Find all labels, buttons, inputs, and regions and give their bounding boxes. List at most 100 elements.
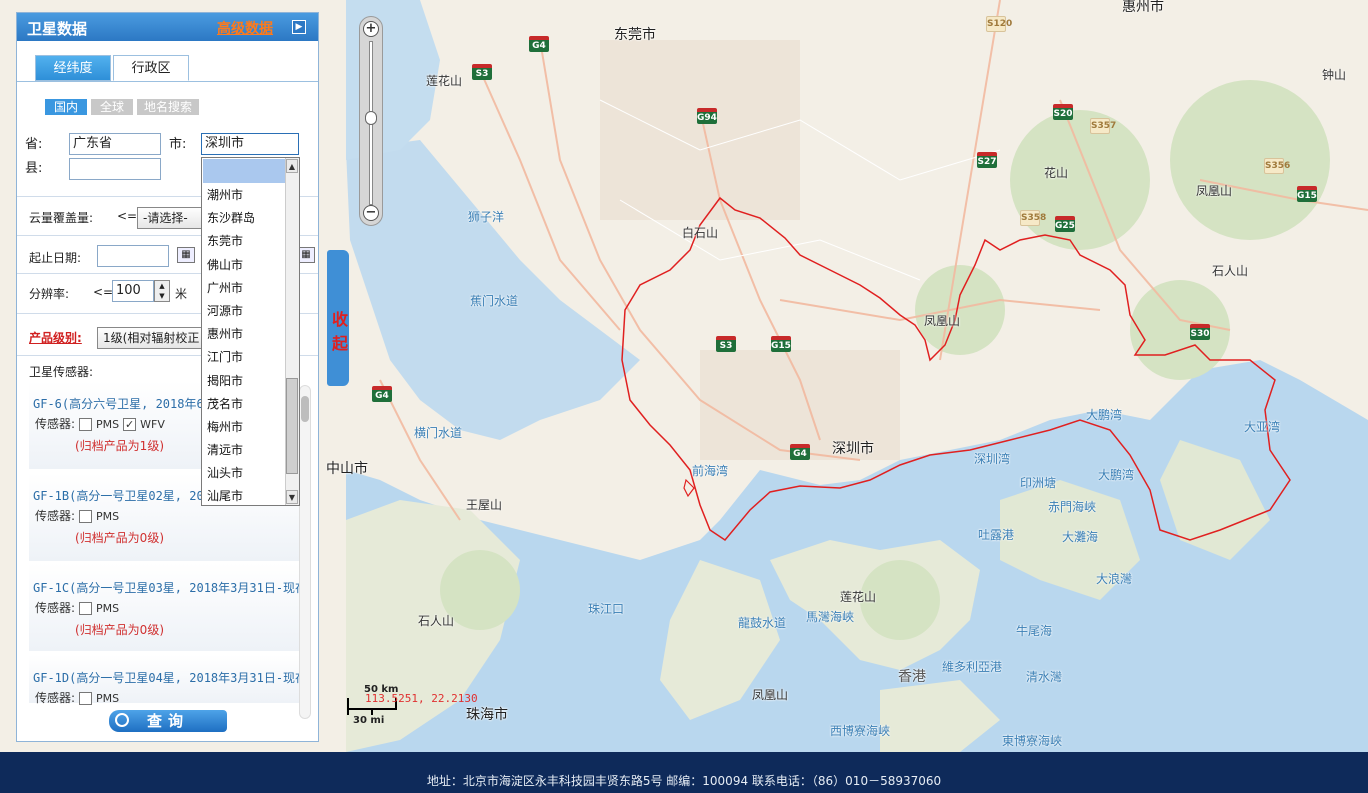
scroll-up-icon[interactable]: ▲ [286, 159, 298, 173]
calendar-icon[interactable]: ▦ [177, 247, 195, 263]
map-label-xibo: 西博寮海峽 [830, 724, 891, 738]
cloud-cover-select[interactable]: -请选择- [137, 207, 207, 229]
map-label-hengmen: 横门水道 [414, 426, 463, 440]
map-label-mawan: 馬灣海峽 [806, 610, 855, 624]
map-label-qingshui: 清水灣 [1026, 670, 1063, 684]
sat-sensor-row: 传感器: PMS [35, 507, 119, 524]
sat-sensor-row: 传感器: PMS ✓ WFV [35, 415, 165, 432]
sat-list-scrollbar[interactable] [299, 385, 311, 719]
search-panel: 卫星数据 高级数据 ▶ 经纬度 行政区 国内 全球 地名搜索 省: 广东省 市:… [16, 12, 319, 742]
search-icon [115, 713, 129, 727]
province-select[interactable]: 广东省 [69, 133, 161, 155]
resolution-input[interactable]: 100 [112, 280, 154, 302]
sat-note: (归档产品为0级) [75, 531, 164, 545]
tab-divider [17, 81, 318, 82]
page-footer: 地址：北京市海淀区永丰科技园丰贤东路5号 邮编：100094 联系电话：（86）… [0, 752, 1368, 793]
map-label-shijiaoshan: 石人山 [418, 614, 455, 628]
app-root: 东莞市 惠州市 深圳市 香港 珠海市 中山市 莲花山 莲花山 白石山 凤凰山 凤… [0, 0, 1368, 793]
resolution-unit: 米 [175, 287, 188, 301]
sensor-checkbox-pms[interactable] [79, 418, 93, 431]
road-shield: S3 [472, 64, 492, 80]
scale-mi: 30 mi [353, 715, 385, 726]
road-shield: G4 [529, 36, 549, 52]
sensor-label: 传感器: [35, 417, 76, 431]
cloud-label: 云量覆盖量: [29, 211, 94, 225]
advanced-data-link[interactable]: 高级数据 [217, 18, 273, 38]
road-shield: G15 [1297, 186, 1317, 202]
sat-sensor-row: 传感器: PMS [35, 599, 119, 616]
scrollbar-thumb[interactable] [286, 378, 298, 474]
sensor-checkbox-wfv[interactable]: ✓ [123, 418, 137, 431]
resolution-label: 分辨率: [29, 287, 70, 301]
zoom-in-button[interactable]: + [363, 21, 379, 37]
sensor-label: 传感器: [35, 691, 76, 705]
sat-name-gf1c: GF-1C(高分一号卫星03星, 2018年3月31日-现在 [33, 581, 308, 595]
sat-sensor-row: 传感器: PMS [35, 689, 119, 706]
road-shield: S356 [1264, 158, 1290, 174]
map-label-datan: 大灘海 [1062, 530, 1099, 544]
zoom-out-button[interactable]: − [363, 205, 379, 221]
map-label-zhongshan-mt: 钟山 [1322, 68, 1347, 82]
road-shield: S120 [986, 16, 1012, 32]
road-shield: G4 [790, 444, 810, 460]
map-label-fenghuangshan2: 凤凰山 [1196, 184, 1233, 198]
collapse-panel-button[interactable]: 收起 [327, 250, 349, 386]
map-label-fenghuangshan1: 凤凰山 [924, 314, 961, 328]
subtab-place-search[interactable]: 地名搜索 [137, 99, 199, 115]
product-level-label: 产品级别: [29, 331, 82, 345]
map-label-wangwushan: 王屋山 [466, 498, 503, 512]
zoom-slider-handle[interactable] [365, 111, 377, 125]
map-label-victoria: 維多利亞港 [942, 660, 1003, 674]
city-select[interactable]: 深圳市 [201, 133, 299, 155]
start-date-input[interactable] [97, 245, 169, 267]
map-label-dapeng2: 大鹏湾 [1098, 468, 1135, 482]
road-shield: G94 [697, 108, 717, 124]
sat-section-title: 卫星传感器: [29, 365, 94, 379]
product-level-select[interactable]: 1级(相对辐射校正 [97, 327, 207, 349]
date-label: 起止日期: [29, 251, 82, 265]
road-shield: S30 [1190, 324, 1210, 340]
road-shield: S27 [977, 152, 997, 168]
map-label-hongkong: 香港 [898, 669, 926, 685]
map-label-dalang: 大浪灣 [1096, 572, 1133, 586]
scroll-down-icon[interactable]: ▼ [286, 490, 298, 504]
map-label-shiziyang: 狮子洋 [468, 210, 505, 224]
map-label-qianhai: 前海湾 [692, 464, 729, 478]
map-label-baishishan: 白石山 [682, 226, 719, 240]
cursor-coordinates: 113.5251, 22.2130 [365, 692, 478, 705]
query-button-label: 查询 [146, 712, 189, 730]
map-label-huizhou: 惠州市 [1122, 0, 1164, 15]
resolution-spinner[interactable]: ▲ ▼ [154, 280, 170, 302]
panel-header: 卫星数据 高级数据 ▶ [17, 13, 318, 41]
dropdown-option-blank[interactable] [203, 159, 298, 183]
cloud-operator: <= [117, 209, 138, 223]
sensor-label: 传感器: [35, 509, 76, 523]
map-label-fenghuangshan3: 凤凰山 [752, 688, 789, 702]
query-button[interactable]: 查询 [109, 710, 227, 732]
city-label: 市: [169, 137, 187, 152]
map-label-shenzhenwan: 深圳湾 [974, 452, 1011, 466]
sensor-label: 传感器: [35, 601, 76, 615]
county-select[interactable] [69, 158, 161, 180]
map-label-lotus1: 莲花山 [426, 74, 463, 88]
road-shield: S358 [1020, 210, 1046, 226]
map-label-dongguan: 东莞市 [614, 27, 656, 43]
map-label-yinzhou: 印洲塘 [1020, 476, 1057, 490]
tab-latlon[interactable]: 经纬度 [35, 55, 111, 81]
sensor-checkbox-pms[interactable] [79, 602, 93, 615]
county-label: 县: [25, 161, 43, 176]
map-label-jiaomen: 蕉门水道 [470, 294, 519, 308]
road-shield: S3 [716, 336, 736, 352]
expand-icon[interactable]: ▶ [292, 20, 306, 34]
map-label-chimen: 赤門海峽 [1048, 500, 1097, 514]
panel-title: 卫星数据 [27, 20, 88, 38]
scrollbar-thumb[interactable] [301, 396, 309, 422]
city-dropdown-list[interactable]: 潮州市 东沙群岛 东莞市 佛山市 广州市 河源市 惠州市 江门市 揭阳市 茂名市… [201, 157, 300, 506]
subtab-global[interactable]: 全球 [91, 99, 133, 115]
subtab-domestic[interactable]: 国内 [45, 99, 87, 115]
sat-note: (归档产品为0级) [75, 623, 164, 637]
road-shield: S20 [1053, 104, 1073, 120]
sensor-checkbox-pms[interactable] [79, 510, 93, 523]
tab-admin-region[interactable]: 行政区 [113, 55, 189, 81]
sensor-checkbox-pms[interactable] [79, 692, 93, 705]
